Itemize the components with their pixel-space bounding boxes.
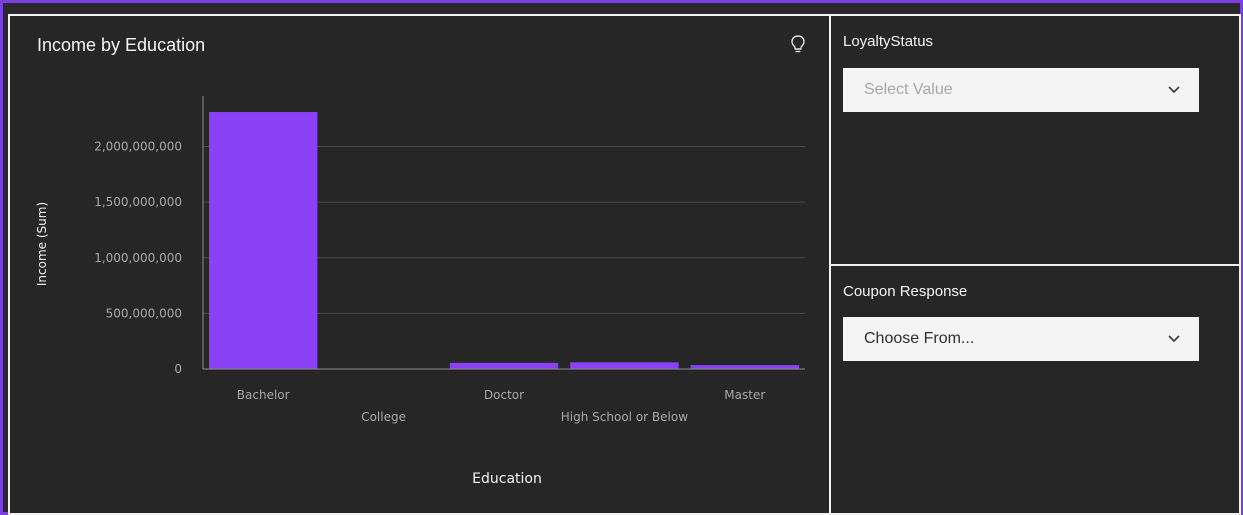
chart-widget[interactable]: Income by Education 0 500,000,000 1,000,00… — [8, 14, 831, 515]
bar-chart: 0 500,000,000 1,000,000,000 1,500,000,000 2,… — [35, 96, 805, 487]
y-tick-label: 1,500,000,000 — [94, 195, 182, 209]
bar-doctor[interactable] — [449, 362, 559, 369]
bar-bachelor[interactable] — [209, 112, 318, 369]
x-tick-label: Doctor — [484, 388, 524, 402]
bar-high-school-or-below[interactable] — [570, 362, 679, 369]
y-tick-label: 1,000,000,000 — [94, 251, 182, 265]
coupon-filter-widget: Coupon Response Choose From... — [829, 264, 1241, 515]
x-axis-label: Education — [472, 471, 542, 487]
y-tick-label: 2,000,000,000 — [94, 140, 182, 154]
loyalty-filter-widget: LoyaltyStatus Select Value — [829, 14, 1241, 266]
y-tick-label: 500,000,000 — [106, 306, 182, 320]
chevron-down-icon — [1168, 335, 1180, 343]
x-tick-label: Master — [724, 388, 765, 402]
coupon-dropdown-value: Choose From... — [864, 330, 975, 347]
x-tick-label: Bachelor — [237, 388, 290, 402]
chevron-down-icon — [1168, 86, 1180, 94]
coupon-response-dropdown[interactable]: Choose From... — [843, 317, 1199, 361]
loyalty-dropdown-placeholder: Select Value — [864, 81, 953, 98]
y-axis-label: Income (Sum) — [35, 202, 49, 286]
bar-master[interactable] — [690, 365, 799, 369]
loyalty-filter-title: LoyaltyStatus — [843, 33, 934, 50]
coupon-filter-title: Coupon Response — [843, 283, 968, 300]
loyalty-status-dropdown[interactable]: Select Value — [843, 68, 1199, 112]
y-tick-label: 0 — [174, 362, 182, 376]
x-tick-label: High School or Below — [561, 410, 688, 424]
x-tick-label: College — [361, 410, 406, 424]
dashboard-frame: Income by Education 0 500,000,000 1,000,00… — [0, 0, 1243, 515]
